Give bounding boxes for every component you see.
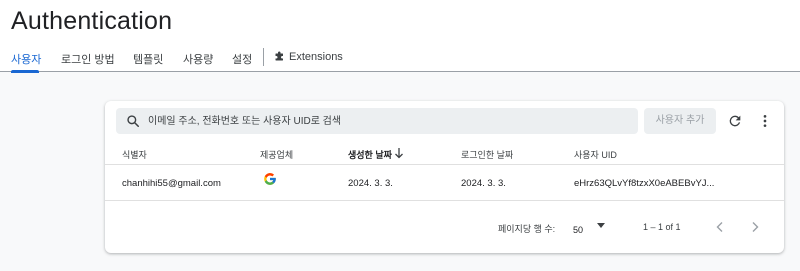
tab-divider (263, 48, 264, 66)
cell-user-uid: eHrz63QLvYf8tzxX0eABEBvYJ... (574, 178, 715, 189)
users-card: 사용자 추가 식별자 제공업체 생성한 날짜 로그인한 날짜 사용자 UID c… (105, 101, 784, 253)
more-vert-icon[interactable] (757, 113, 773, 129)
tab-usage[interactable]: 사용량 (183, 51, 213, 67)
tab-settings[interactable]: 설정 (232, 51, 252, 67)
pagination-range: 1 – 1 of 1 (643, 222, 681, 232)
search-icon (127, 115, 140, 128)
dropdown-arrow-icon (597, 223, 605, 228)
sort-arrow-down-icon[interactable] (394, 147, 404, 159)
column-header-uid[interactable]: 사용자 UID (574, 148, 617, 161)
chevron-left-icon[interactable] (715, 221, 725, 233)
chevron-right-icon[interactable] (750, 221, 760, 233)
column-header-signed-in[interactable]: 로그인한 날짜 (461, 148, 513, 161)
search-input[interactable] (148, 108, 628, 134)
row-divider (105, 200, 784, 201)
cell-signed-in-date: 2024. 3. 3. (461, 178, 506, 189)
column-header-provider[interactable]: 제공업체 (260, 148, 293, 161)
page-title: Authentication (11, 7, 173, 35)
extensions-icon[interactable] (274, 50, 286, 62)
column-header-created[interactable]: 생성한 날짜 (348, 148, 392, 161)
tab-extensions[interactable]: Extensions (289, 51, 343, 63)
rows-per-page-value: 50 (573, 225, 584, 235)
rows-per-page-label: 페이지당 행 수: (498, 224, 556, 234)
column-header-identifier[interactable]: 식별자 (122, 148, 147, 161)
header-divider (105, 164, 784, 165)
active-tab-indicator (11, 70, 39, 73)
refresh-icon[interactable] (727, 113, 743, 129)
tab-sign-in-method[interactable]: 로그인 방법 (61, 51, 115, 67)
cell-identifier: chanhihi55@gmail.com (122, 178, 221, 189)
rows-per-page-select[interactable]: 50 (573, 220, 609, 235)
cell-created-date: 2024. 3. 3. (348, 178, 393, 189)
add-user-button[interactable]: 사용자 추가 (644, 108, 716, 134)
google-icon (264, 173, 276, 185)
tab-templates[interactable]: 템플릿 (133, 51, 163, 67)
tab-users[interactable]: 사용자 (11, 51, 41, 67)
search-box[interactable] (116, 108, 638, 134)
header-bar: Authentication 사용자 로그인 방법 템플릿 사용량 설정 Ext… (0, 0, 800, 73)
